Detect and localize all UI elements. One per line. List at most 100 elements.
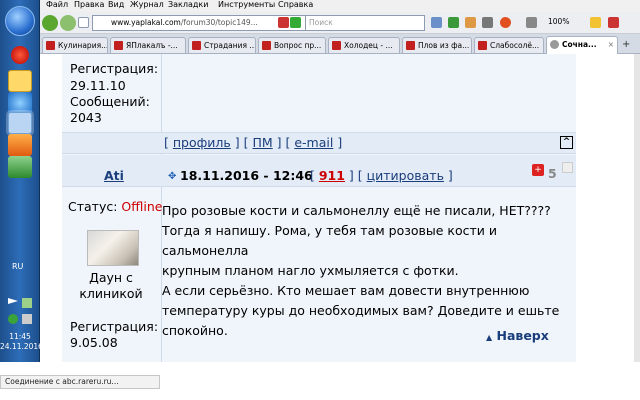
tab-label: Слабосолё...: [490, 41, 540, 50]
registration-date: 29.11.10: [70, 78, 126, 93]
url-host: www.yaplakal.com: [111, 18, 181, 27]
status-line: Статус: Offline: [68, 199, 162, 215]
menu-history[interactable]: Журнал: [130, 0, 164, 9]
download-icon[interactable]: [448, 17, 459, 28]
toolbar-separator-icon: [526, 17, 537, 28]
forward-arrow-icon[interactable]: [60, 15, 76, 31]
tab-label: Кулинария....: [58, 41, 108, 50]
screen: RU 11:45 24.11.2016 Файл Правка Вид Журн…: [0, 0, 640, 400]
tab-item[interactable]: Плов из фа...: [402, 37, 472, 53]
tab-item[interactable]: Холодец - ...: [328, 37, 400, 53]
star-icon[interactable]: [590, 17, 601, 28]
menu-view[interactable]: Вид: [108, 0, 124, 9]
opera-icon[interactable]: [11, 46, 29, 64]
bookmark-icon[interactable]: [465, 17, 476, 28]
network-icon[interactable]: [22, 298, 32, 308]
tab-label: Плов из фа...: [418, 41, 470, 50]
rating-value: 5: [548, 166, 557, 181]
language-indicator[interactable]: RU: [12, 262, 23, 271]
email-link[interactable]: e-mail: [294, 135, 333, 150]
status-bar: Соединение с abc.rareru.ru...: [0, 375, 160, 389]
tab-favicon-icon: [262, 41, 271, 50]
scrollbar[interactable]: [634, 54, 640, 362]
windows-taskbar: RU 11:45 24.11.2016: [0, 0, 43, 362]
tab-label: Сочна...: [562, 40, 597, 49]
search-input[interactable]: Поиск: [305, 15, 425, 31]
tab-item[interactable]: Вопрос пр...: [258, 37, 326, 53]
menu-edit[interactable]: Правка: [74, 0, 104, 9]
tab-label: Вопрос пр...: [274, 41, 322, 50]
post-actions: [ 911 ] [ цитировать ]: [310, 168, 453, 183]
tab-favicon-icon: [114, 41, 123, 50]
clock-time: 11:45: [9, 332, 31, 341]
tab-label: Страдания ...: [204, 41, 256, 50]
user-title: Даун с клиникой: [79, 270, 143, 301]
avatar[interactable]: [87, 230, 139, 266]
post-line: температуру куры до необходимых вам? Дов…: [162, 303, 560, 318]
author-registration-label: Регистрация:: [70, 319, 159, 334]
tab-label: Холодец - ...: [344, 41, 393, 50]
address-bar[interactable]: www.yaplakal.com/forum30/topic149...: [92, 15, 338, 31]
rating-minus-icon[interactable]: [562, 162, 573, 173]
posts-label: Сообщений:: [70, 94, 150, 109]
system-clock[interactable]: 11:45 24.11.2016: [0, 332, 43, 352]
flag-icon[interactable]: [8, 298, 18, 304]
firefox-icon[interactable]: [8, 112, 32, 134]
stop-icon[interactable]: [278, 17, 289, 28]
tab-close-icon[interactable]: ×: [608, 37, 614, 52]
menu-tools[interactable]: Инструменты: [218, 0, 275, 9]
volume-icon[interactable]: [22, 314, 32, 324]
post-line: А если серьёзно. Кто мешает вам довести …: [162, 283, 530, 298]
quote-link[interactable]: цитировать: [367, 168, 444, 183]
post-line: Тогда я напишу. Рома, у тебя там розовые…: [162, 223, 497, 258]
status-label: Статус:: [68, 199, 118, 214]
home-icon[interactable]: [78, 17, 89, 28]
tab-item[interactable]: Страдания ...: [188, 37, 256, 53]
navigation-toolbar: www.yaplakal.com/forum30/topic149... Пои…: [40, 12, 640, 34]
back-arrow-icon[interactable]: [42, 15, 58, 31]
menu-bookmarks[interactable]: Закладки: [168, 0, 208, 9]
status-value: Offline: [121, 199, 163, 214]
save-icon[interactable]: [431, 17, 442, 28]
clock-date: 24.11.2016: [0, 342, 43, 351]
tab-item-active[interactable]: Сочна... ×: [546, 36, 618, 54]
zoom-level[interactable]: 100%: [548, 17, 569, 26]
close-window-icon[interactable]: [608, 17, 619, 28]
post-body: Про розовые кости и сальмонеллу ещё не п…: [162, 201, 574, 341]
menu-bar: Файл Правка Вид Журнал Закладки Инструме…: [40, 0, 640, 12]
tab-item[interactable]: ЯПлакалъ -...: [110, 37, 186, 53]
post-line: крупным планом нагло ухмыляется с фотки.: [162, 263, 459, 278]
tab-favicon-icon: [406, 41, 415, 50]
addon-icon[interactable]: [500, 17, 511, 28]
media-player-icon[interactable]: [8, 134, 32, 156]
back-to-top-link[interactable]: ▲ Наверх: [486, 328, 549, 346]
app-icon[interactable]: [8, 156, 32, 178]
tab-favicon-icon: [192, 41, 201, 50]
tray-app-icon[interactable]: [8, 314, 18, 324]
start-button[interactable]: [5, 6, 35, 36]
tab-favicon-icon: [46, 41, 55, 50]
post-author[interactable]: Ati: [104, 168, 124, 184]
posts-count: 2043: [70, 110, 102, 125]
folder-icon[interactable]: [8, 70, 32, 92]
profile-links: [ профиль ] [ ПМ ] [ e-mail ]: [164, 135, 343, 150]
author-registration-date: 9.05.08: [70, 335, 118, 350]
url-path: /forum30/topic149...: [180, 18, 258, 27]
menu-help[interactable]: Справка: [278, 0, 313, 9]
menu-file[interactable]: Файл: [46, 0, 68, 9]
rating-icon[interactable]: +: [532, 164, 544, 176]
tab-favicon-icon: [332, 41, 341, 50]
scroll-top-icon[interactable]: ^: [560, 136, 573, 149]
tab-bar: Кулинария.... ЯПлакалъ -... Страдания ..…: [40, 34, 640, 54]
new-tab-icon[interactable]: +: [622, 39, 630, 50]
page-content: Регистрация: 29.11.10 Сообщений: 2043 [ …: [40, 54, 640, 362]
go-icon[interactable]: [290, 17, 301, 28]
tab-item[interactable]: Слабосолё...: [474, 37, 544, 53]
post-anchor-icon[interactable]: ✥: [168, 171, 176, 182]
internet-explorer-icon[interactable]: [8, 92, 32, 114]
list-icon[interactable]: [482, 17, 493, 28]
pm-link[interactable]: ПМ: [252, 135, 272, 150]
tab-item[interactable]: Кулинария....: [42, 37, 108, 53]
post-number-link[interactable]: 911: [319, 168, 345, 183]
profile-link[interactable]: профиль: [173, 135, 231, 150]
